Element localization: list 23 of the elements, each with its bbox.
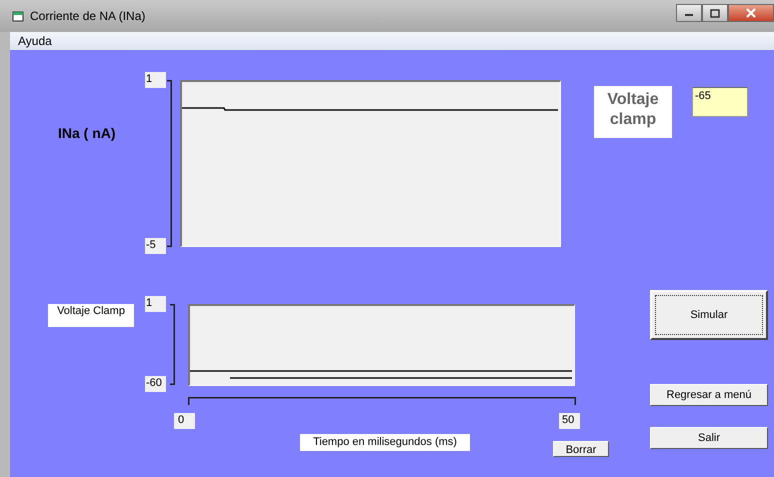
axis-tick-label: 0 xyxy=(174,413,195,429)
maximize-icon xyxy=(710,8,720,18)
window-title: Corriente de NA (INa) xyxy=(30,8,146,25)
axis-tick-label: 1 xyxy=(145,72,166,88)
axis-label: INa ( nA) xyxy=(58,124,117,141)
close-button[interactable] xyxy=(728,4,774,22)
panel-title: Voltaje clamp xyxy=(594,86,672,138)
axis-tick-label: -60 xyxy=(145,376,166,392)
button[interactable]: Regresar a menú xyxy=(650,384,768,406)
window-icon xyxy=(12,10,24,22)
axis-tick-label: -5 xyxy=(145,238,166,254)
plot-label: Voltaje Clamp xyxy=(48,304,134,327)
close-icon xyxy=(745,8,757,18)
maximize-button[interactable] xyxy=(702,4,728,22)
minimize-button[interactable] xyxy=(676,4,702,22)
axis-tick-label: 50 xyxy=(559,413,580,429)
menu-item[interactable]: Ayuda xyxy=(18,32,52,50)
button[interactable]: Salir xyxy=(650,427,768,449)
voltage-input[interactable]: -65 xyxy=(692,87,748,117)
button[interactable]: Borrar xyxy=(553,441,609,457)
axis-tick-label: 1 xyxy=(145,296,166,312)
axis-label: Tiempo en milisegundos (ms) xyxy=(300,434,470,451)
button[interactable]: Simular xyxy=(650,290,768,340)
